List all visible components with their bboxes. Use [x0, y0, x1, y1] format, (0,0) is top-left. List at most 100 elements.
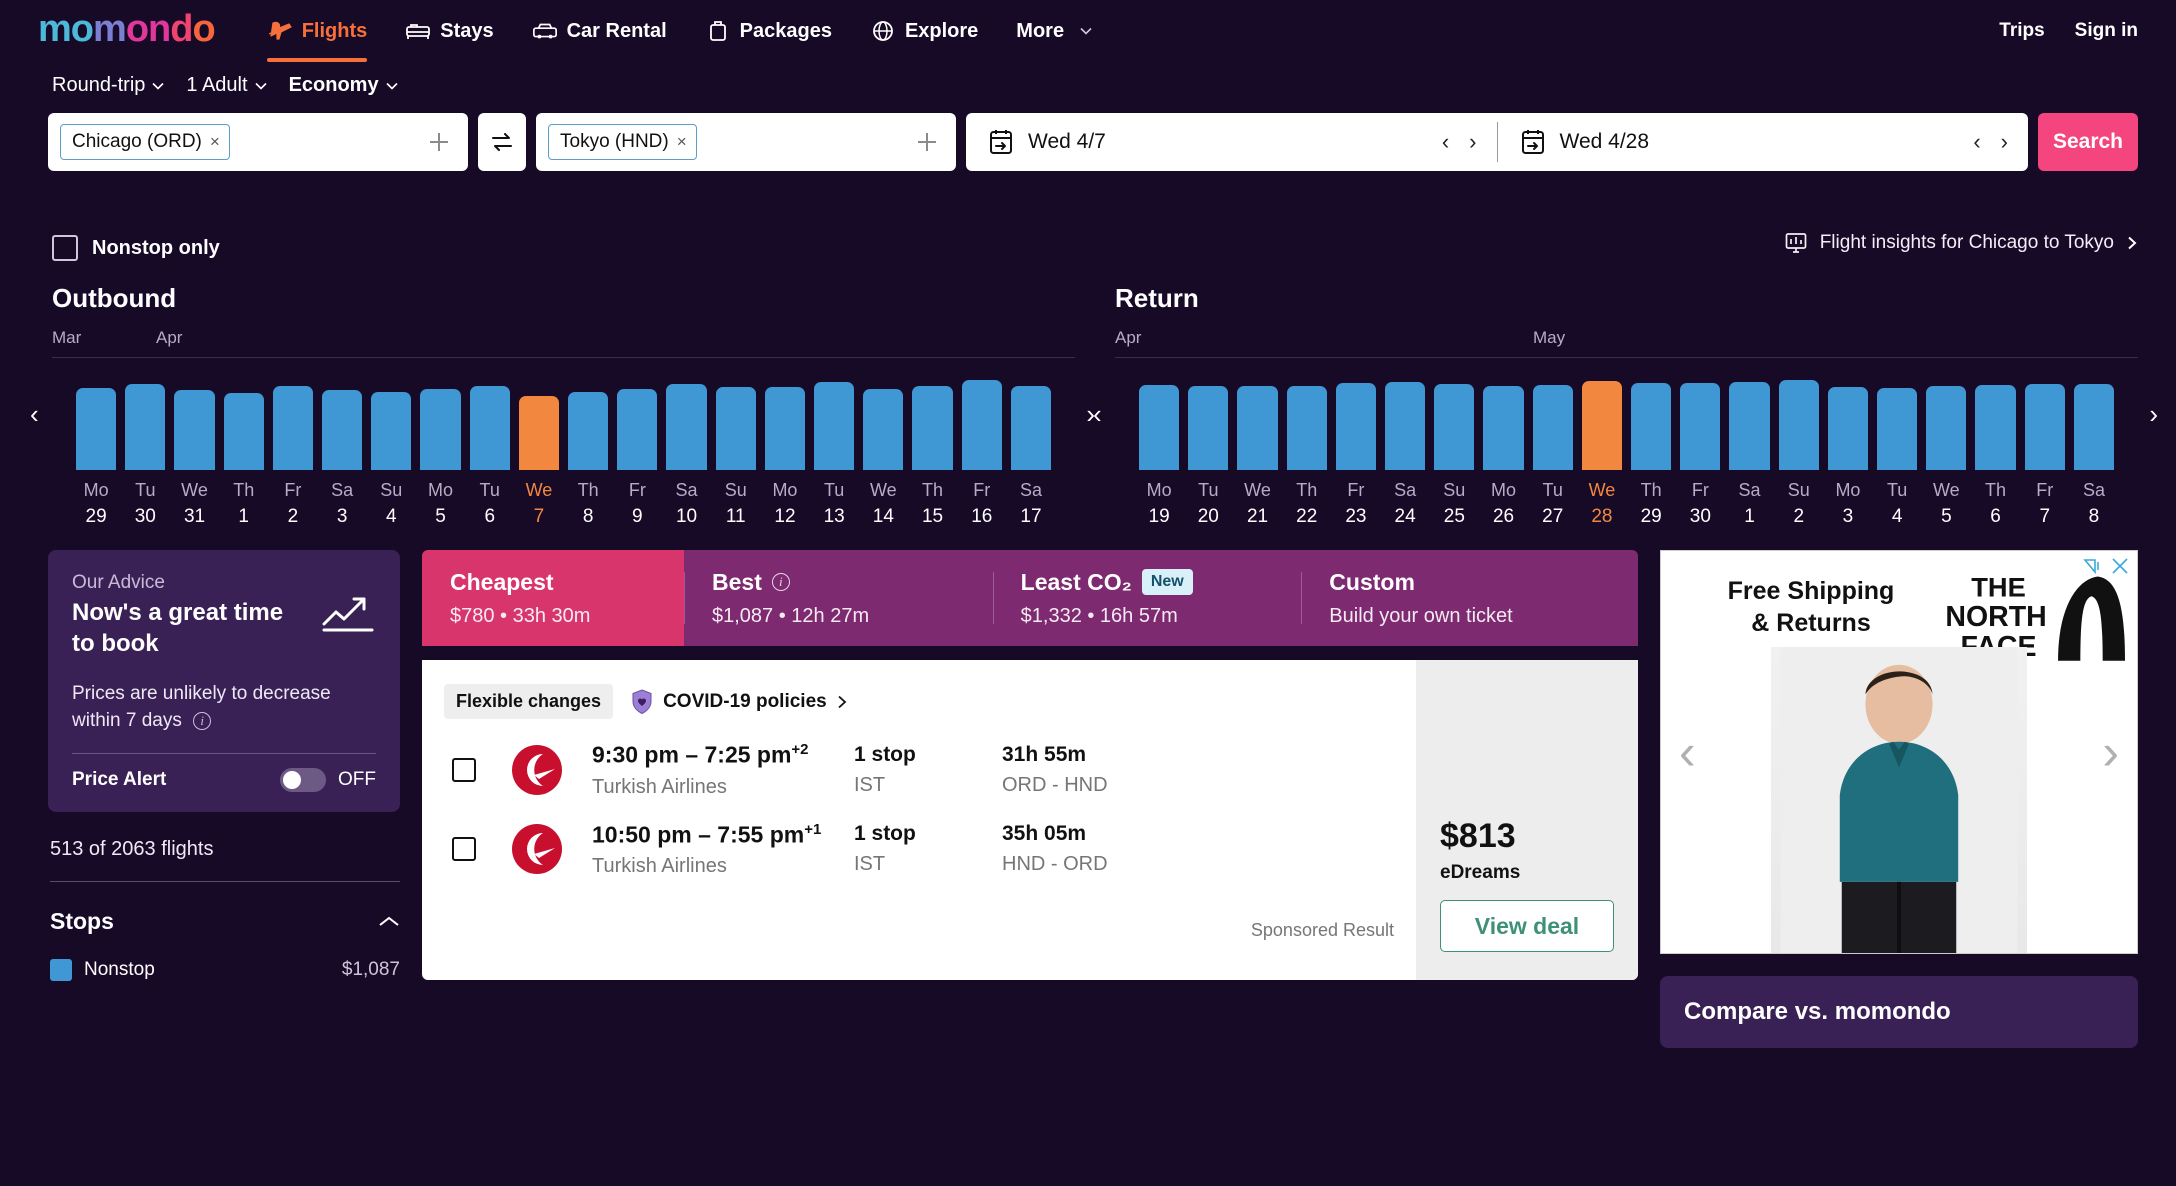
outbound-bar[interactable] — [125, 383, 166, 470]
outbound-day-label[interactable]: We 7 — [519, 480, 559, 528]
outbound-bar[interactable] — [518, 395, 560, 470]
outbound-bar[interactable] — [272, 385, 314, 470]
return-day-label[interactable]: Tu 20 — [1188, 480, 1228, 528]
outbound-bar[interactable] — [1010, 385, 1052, 470]
return-next-day-button[interactable]: › — [2001, 131, 2008, 153]
origin-chip[interactable]: Chicago (ORD) × — [60, 124, 230, 160]
price-alert-toggle[interactable] — [280, 768, 326, 793]
outbound-bar[interactable] — [863, 388, 904, 470]
return-next-button[interactable]: › — [2149, 401, 2158, 427]
leg-select-checkbox[interactable] — [452, 757, 476, 782]
covid-policies-link[interactable]: COVID-19 policies — [631, 688, 847, 715]
cabin-class-selector[interactable]: Economy — [289, 74, 398, 97]
depart-next-day-button[interactable]: › — [1469, 131, 1476, 153]
return-bar[interactable] — [1778, 380, 1819, 470]
return-day-label[interactable]: Th 29 — [1631, 480, 1671, 528]
destination-field[interactable]: Tokyo (HND) × — [536, 113, 956, 171]
return-bar[interactable] — [1385, 381, 1426, 470]
return-day-label[interactable]: Th 6 — [1975, 480, 2015, 528]
outbound-bar[interactable] — [764, 386, 806, 470]
return-bar[interactable] — [1975, 384, 2016, 470]
return-day-label[interactable]: Mo 3 — [1828, 480, 1868, 528]
return-day-label[interactable]: Th 22 — [1287, 480, 1327, 528]
return-bar[interactable] — [1188, 385, 1229, 470]
origin-field[interactable]: Chicago (ORD) × — [48, 113, 468, 171]
outbound-bar[interactable] — [322, 389, 363, 470]
sort-tab-cheapest[interactable]: Cheapest $780 • 33h 30m — [422, 550, 684, 646]
nav-item-packages[interactable]: Packages — [705, 0, 832, 62]
ad-next-button[interactable]: › — [2102, 727, 2119, 777]
return-bar[interactable] — [2073, 383, 2115, 470]
return-bar[interactable] — [1581, 381, 1623, 470]
outbound-day-label[interactable]: Sa 3 — [322, 480, 362, 528]
outbound-day-label[interactable]: Tu 13 — [814, 480, 854, 528]
best-info-icon[interactable]: i — [771, 573, 790, 591]
return-day-label[interactable]: Sa 24 — [1385, 480, 1425, 528]
outbound-day-label[interactable]: Mo 29 — [76, 480, 116, 528]
advertisement-banner[interactable]: Free Shipping & Returns THE NORTH FACE — [1660, 550, 2138, 954]
outbound-day-label[interactable]: Su 11 — [716, 480, 756, 528]
outbound-day-label[interactable]: Tu 6 — [470, 480, 510, 528]
return-day-label[interactable]: Fr 23 — [1336, 480, 1376, 528]
return-prev-button[interactable]: ‹ — [1093, 401, 1102, 427]
sort-tab-custom[interactable]: Custom Build your own ticket — [1301, 550, 1638, 646]
outbound-day-label[interactable]: Th 1 — [224, 480, 264, 528]
sort-tab-least-co2[interactable]: Least CO₂ New $1,332 • 16h 57m — [992, 550, 1302, 646]
return-day-label[interactable]: Su 2 — [1779, 480, 1819, 528]
travelers-selector[interactable]: 1 Adult — [186, 74, 267, 97]
return-bar[interactable] — [1827, 386, 1869, 470]
nav-item-car-rental[interactable]: Car Rental — [532, 0, 667, 62]
view-deal-button[interactable]: View deal — [1440, 900, 1614, 952]
leg-select-checkbox[interactable] — [452, 837, 476, 862]
swap-airports-button[interactable] — [478, 113, 526, 171]
return-bar[interactable] — [1483, 385, 1524, 470]
outbound-bar[interactable] — [617, 388, 658, 470]
outbound-day-label[interactable]: Th 8 — [568, 480, 608, 528]
return-bar[interactable] — [1434, 383, 1475, 470]
chevron-up-icon[interactable] — [378, 915, 400, 929]
remove-destination-icon[interactable]: × — [677, 132, 687, 152]
outbound-day-label[interactable]: Su 4 — [371, 480, 411, 528]
nonstop-filter-checkbox[interactable] — [50, 959, 72, 982]
depart-prev-day-button[interactable]: ‹ — [1442, 131, 1449, 153]
outbound-bar[interactable] — [420, 388, 461, 470]
outbound-day-label[interactable]: Th 15 — [912, 480, 952, 528]
outbound-day-label[interactable]: Fr 2 — [273, 480, 313, 528]
outbound-bar[interactable] — [568, 391, 609, 470]
outbound-bar[interactable] — [666, 383, 707, 470]
sort-tab-best[interactable]: Best i $1,087 • 12h 27m — [684, 550, 993, 646]
outbound-prev-button[interactable]: ‹ — [30, 401, 39, 427]
return-day-label[interactable]: Mo 19 — [1139, 480, 1179, 528]
outbound-day-label[interactable]: Sa 10 — [666, 480, 706, 528]
nav-item-flights[interactable]: Flights — [266, 0, 367, 62]
outbound-day-label[interactable]: Fr 9 — [617, 480, 657, 528]
outbound-bar[interactable] — [715, 386, 756, 470]
return-day-label[interactable]: We 21 — [1237, 480, 1277, 528]
return-bar[interactable] — [1926, 385, 1967, 470]
outbound-day-label[interactable]: Mo 5 — [420, 480, 460, 528]
return-day-label[interactable]: Tu 27 — [1533, 480, 1573, 528]
nav-item-stays[interactable]: Stays — [405, 0, 494, 62]
momondo-logo[interactable]: momondo — [38, 8, 216, 55]
trips-link[interactable]: Trips — [1999, 20, 2044, 42]
stops-filter-header[interactable]: Stops — [50, 908, 400, 935]
nav-item-explore[interactable]: Explore — [870, 0, 978, 62]
return-bar[interactable] — [1631, 382, 1672, 470]
return-day-label[interactable]: We 5 — [1926, 480, 1966, 528]
signin-link[interactable]: Sign in — [2075, 20, 2138, 42]
outbound-day-label[interactable]: Mo 12 — [765, 480, 805, 528]
return-bar[interactable] — [1532, 384, 1573, 470]
advice-info-icon[interactable]: i — [193, 712, 212, 731]
nonstop-filter-row[interactable]: Nonstop $1,087 — [50, 959, 400, 982]
return-day-label[interactable]: Fr 7 — [2025, 480, 2065, 528]
outbound-bar[interactable] — [223, 392, 264, 470]
return-day-label[interactable]: Tu 4 — [1877, 480, 1917, 528]
return-prev-day-button[interactable]: ‹ — [1973, 131, 1980, 153]
close-icon[interactable] — [2111, 557, 2129, 575]
trip-type-selector[interactable]: Round-trip — [52, 74, 164, 97]
return-bar[interactable] — [1139, 384, 1180, 470]
add-destination-icon[interactable] — [914, 129, 940, 155]
outbound-bar[interactable] — [814, 381, 855, 470]
return-bar[interactable] — [1335, 382, 1377, 470]
outbound-day-label[interactable]: Fr 16 — [962, 480, 1002, 528]
